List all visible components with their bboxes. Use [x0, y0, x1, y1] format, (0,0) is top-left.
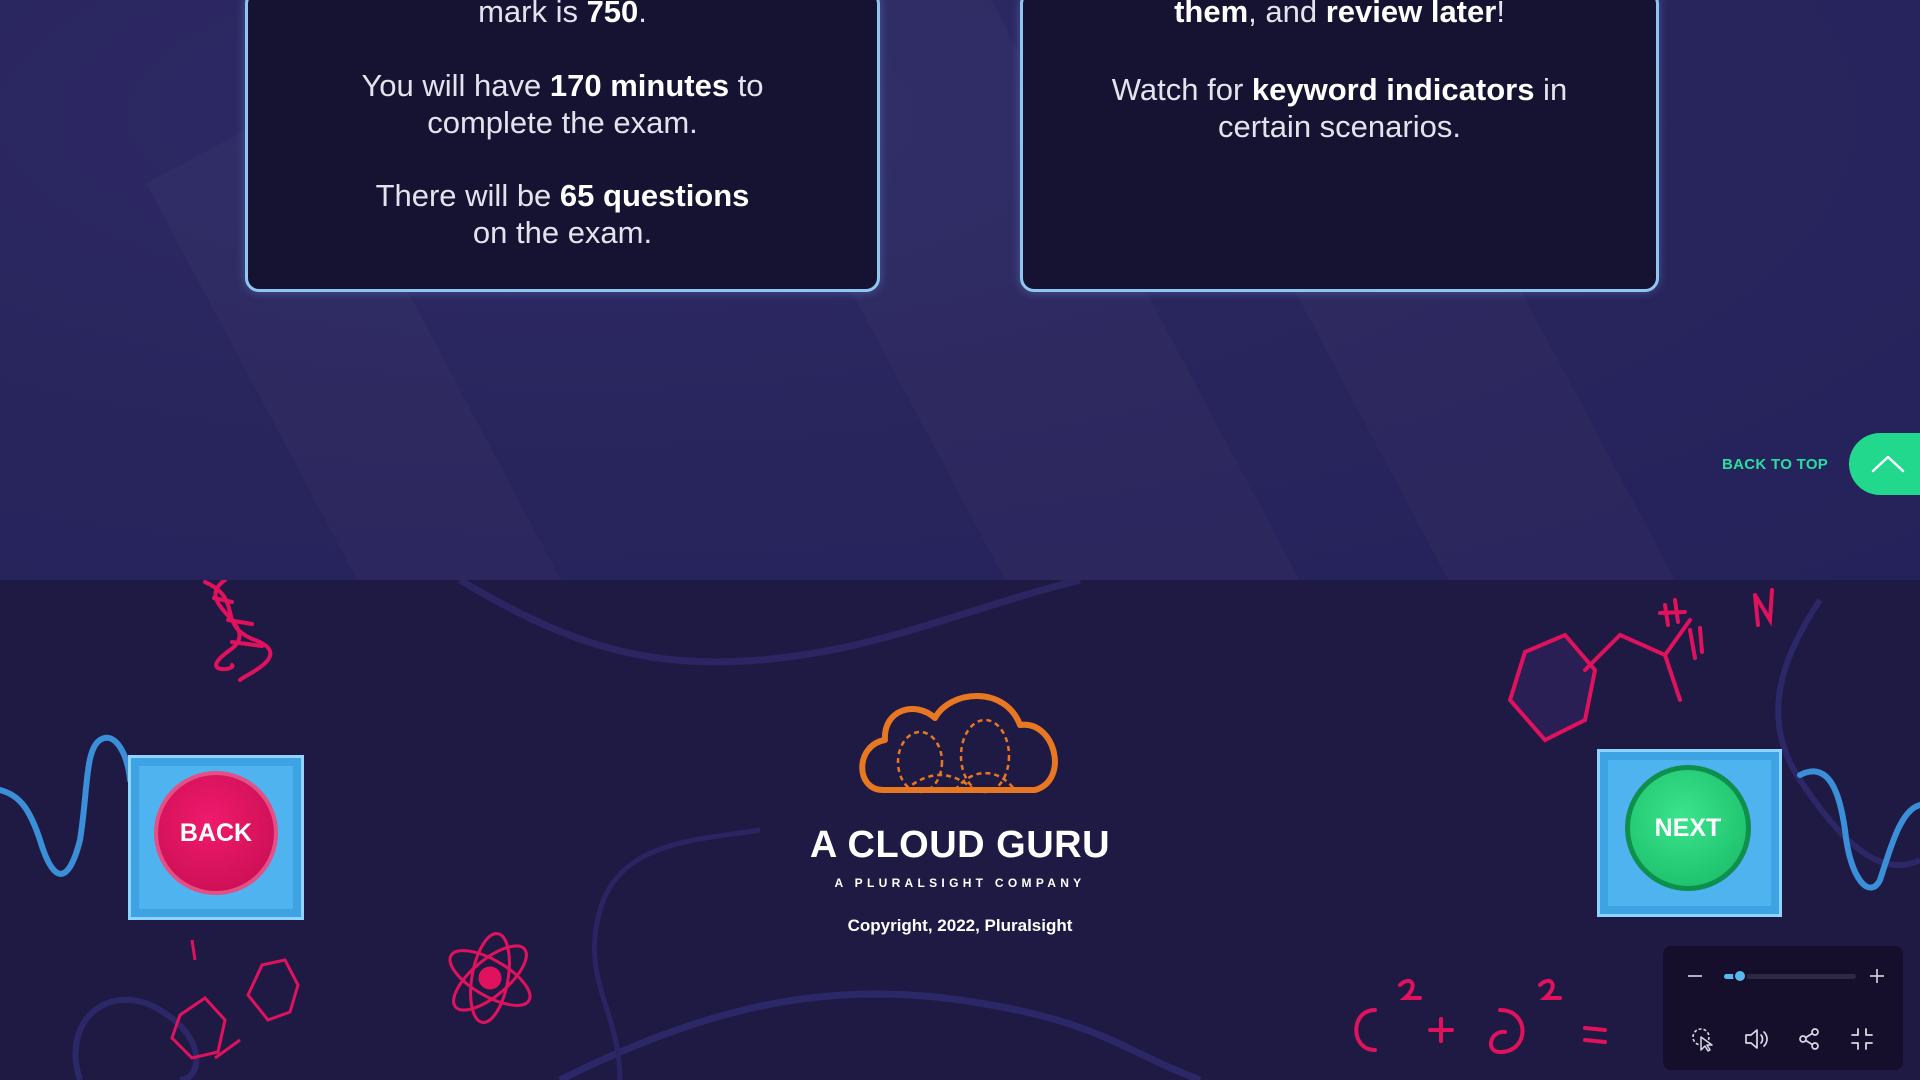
player-controls	[1663, 946, 1903, 1070]
review-later-text: them, and review later!	[1174, 0, 1505, 29]
exit-fullscreen-icon[interactable]	[1850, 1027, 1874, 1051]
back-to-top-button[interactable]	[1849, 433, 1920, 495]
back-button[interactable]: BACK	[154, 771, 278, 895]
molecule-doodle	[1507, 588, 1774, 743]
equation-doodle	[1354, 978, 1607, 1055]
exam-tips-card: them, and review later! Watch for keywor…	[1020, 0, 1659, 292]
chevron-up-icon	[1871, 455, 1905, 473]
volume-icon[interactable]	[1744, 1027, 1770, 1051]
question-count-text: There will be 65 questions on the exam.	[375, 178, 750, 250]
passing-mark-text: mark is 750.	[478, 0, 647, 29]
content-section: mark is 750. You will have 170 minutes t…	[0, 0, 1920, 580]
share-icon[interactable]	[1797, 1027, 1821, 1051]
dna-doodle	[203, 580, 273, 682]
atom-doodle	[448, 932, 532, 1024]
zoom-slider-handle[interactable]	[1733, 969, 1747, 983]
footer: A CLOUD GURU A PLURALSIGHT COMPANY Copyr…	[0, 580, 1920, 1080]
next-button[interactable]: NEXT	[1625, 765, 1751, 891]
exam-duration-text: You will have 170 minutes to complete the…	[361, 68, 764, 140]
back-to-top-link[interactable]: BACK TO TOP	[1722, 456, 1828, 473]
cloud-logo	[859, 693, 1058, 794]
zoom-slider[interactable]	[1724, 969, 1856, 983]
pointer-icon[interactable]	[1690, 1026, 1716, 1052]
zoom-in-icon[interactable]	[1869, 968, 1885, 984]
zoom-out-icon[interactable]	[1687, 968, 1703, 984]
exam-info-card: mark is 750. You will have 170 minutes t…	[245, 0, 880, 292]
keyword-indicators-text: Watch for keyword indicators in certain s…	[1111, 72, 1568, 144]
